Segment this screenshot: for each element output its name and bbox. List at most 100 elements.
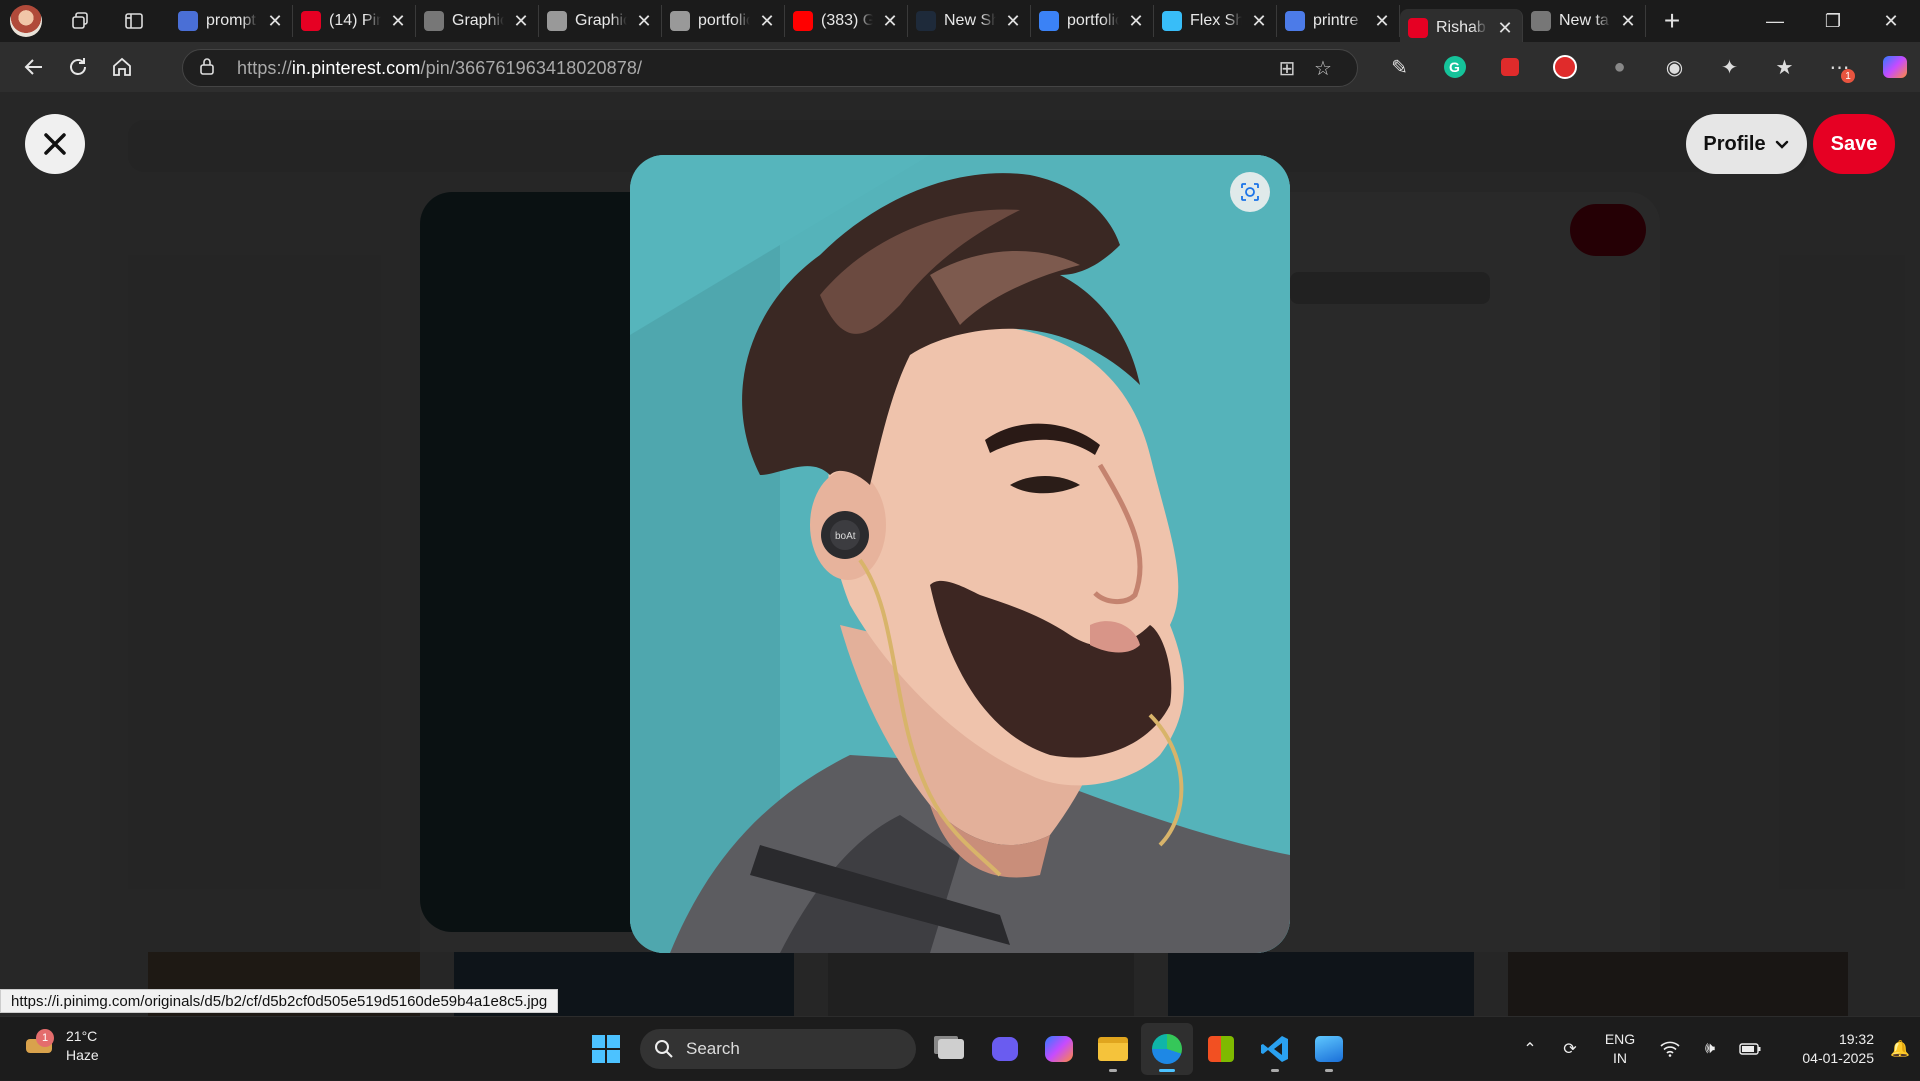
eye-extension-icon[interactable]: ◉ [1647,47,1702,87]
volume-icon[interactable]: 🕪 [1690,1040,1730,1058]
tab-title: portfolio [1067,12,1119,29]
windows-logo-icon [592,1035,620,1063]
save-label: Save [1830,132,1878,155]
microsoft-store-icon[interactable] [1195,1023,1247,1075]
tab-title: New ta [1559,12,1609,29]
visual-search-lens-button[interactable] [1230,172,1270,212]
close-tab-icon[interactable]: ✕ [389,11,407,32]
workspaces-icon[interactable] [62,5,98,37]
grammarly-extension-icon[interactable]: G [1427,47,1482,87]
restore-button[interactable]: ❐ [1804,0,1862,42]
browser-tab[interactable]: New Sh ✕ [908,5,1031,37]
close-tab-icon[interactable]: ✕ [881,11,899,32]
color-picker-extension-icon[interactable]: ✎ [1372,47,1427,87]
app-available-icon[interactable]: ⊞ [1269,56,1305,81]
browser-tab[interactable]: printre ✕ [1277,5,1400,37]
browser-tab[interactable]: Graphic ✕ [416,5,539,37]
vscode-icon[interactable] [1249,1023,1301,1075]
browser-tab-strip: prompt✕(14) Pinterest✕Graphic✕Graphic✕po… [0,0,1920,47]
home-button[interactable] [100,47,144,87]
file-explorer-icon[interactable] [1087,1023,1139,1075]
weather-badge: 1 [36,1029,54,1047]
sync-status-icon[interactable]: ⟳ [1550,1039,1590,1059]
favorite-star-icon[interactable]: ☆ [1305,56,1341,81]
close-tab-icon[interactable]: ✕ [758,11,776,32]
mic-extension-icon[interactable]: ● [1592,47,1647,87]
search-icon [1285,11,1305,31]
browser-tab[interactable]: Flex Sh ✕ [1154,5,1277,37]
pin-fullsize-image: boAt [630,155,1290,953]
new-tab-button[interactable]: + [1652,5,1692,37]
browser-tab[interactable]: New ta ✕ [1523,5,1646,37]
close-tab-icon[interactable]: ✕ [635,11,653,32]
copilot-icon[interactable] [1867,47,1920,87]
tab-title: portfolio [698,12,750,29]
vertical-tabs-icon[interactable] [116,5,152,37]
refresh-button[interactable] [56,47,100,87]
weather-condition: Haze [66,1047,99,1063]
close-tab-icon[interactable]: ✕ [1619,11,1637,32]
window-controls: — ❐ ✕ [1746,0,1920,42]
copilot-app-icon[interactable] [1033,1023,1085,1075]
photos-app-icon[interactable] [1303,1023,1355,1075]
portrait-illustration: boAt [630,155,1290,953]
windows-taskbar: 1 21°C Haze Search ⌃ ⟳ ENG IN 🕪 19:32 04… [0,1016,1920,1080]
browser-tab[interactable]: Graphic ✕ [539,5,662,37]
wifi-icon[interactable] [1650,1041,1690,1057]
close-tab-icon[interactable]: ✕ [1250,11,1268,32]
battery-icon[interactable] [1730,1043,1770,1055]
taskbar-search-box[interactable]: Search [640,1029,916,1069]
back-button[interactable] [12,47,56,87]
close-tab-icon[interactable]: ✕ [1127,11,1145,32]
clock[interactable]: 19:32 04-01-2025 [1770,1030,1880,1068]
meet-app-icon[interactable] [979,1023,1031,1075]
site-info-lock-icon[interactable] [199,57,221,80]
ai-icon [424,11,444,31]
tab-title: Flex Sh [1190,12,1242,29]
extensions-row: ✎ G ● ◉ ✦ ★ ⋯ 1 [1372,42,1920,92]
tab-title: New Sh [944,12,996,29]
tab-list: prompt✕(14) Pinterest✕Graphic✕Graphic✕po… [170,0,1646,47]
show-hidden-icons-chevron-up-icon[interactable]: ⌃ [1510,1039,1550,1059]
task-view-icon[interactable] [925,1023,977,1075]
tab-title: (14) Pinterest [329,12,381,29]
address-bar[interactable]: https://in.pinterest.com/pin/36676196341… [182,49,1358,87]
browser-tab[interactable]: portfolio ✕ [662,5,785,37]
weather-widget[interactable]: 1 21°C Haze [22,1027,99,1065]
edge-browser-icon[interactable] [1141,1023,1193,1075]
tab-title: Rishab [1436,19,1486,36]
browser-tab[interactable]: prompt ✕ [170,5,293,37]
save-button[interactable]: Save [1813,114,1895,174]
start-button[interactable] [580,1023,632,1075]
close-tab-icon[interactable]: ✕ [1004,11,1022,32]
taskbar-search-label: Search [686,1039,740,1058]
notifications-bell-icon[interactable]: 🔔 [1880,1039,1920,1059]
browser-tab[interactable]: portfolio ✕ [1031,5,1154,37]
close-window-button[interactable]: ✕ [1862,0,1920,42]
extensions-puzzle-icon[interactable]: ✦ [1702,47,1757,87]
address-url: https://in.pinterest.com/pin/36676196341… [237,57,643,78]
tab-title: (383) G [821,12,873,29]
close-viewer-button[interactable] [25,114,85,174]
document-icon [178,11,198,31]
wave-icon [1162,11,1182,31]
region-code: IN [1613,1050,1627,1066]
weather-temperature: 21°C [66,1028,98,1044]
close-tab-icon[interactable]: ✕ [1496,18,1514,39]
tab-strip-leading [0,0,170,42]
minimize-button[interactable]: — [1746,0,1804,42]
settings-more-icon[interactable]: ⋯ 1 [1812,47,1867,87]
close-tab-icon[interactable]: ✕ [1373,11,1391,32]
shield-extension-icon[interactable] [1537,47,1592,87]
browser-tab[interactable]: (14) Pinterest ✕ [293,5,416,37]
video-extension-icon[interactable] [1482,47,1537,87]
pinterest-icon [301,11,321,31]
profile-board-dropdown[interactable]: Profile [1686,114,1807,174]
browser-profile-avatar[interactable] [10,5,42,37]
close-tab-icon[interactable]: ✕ [512,11,530,32]
clock-date: 04-01-2025 [1802,1050,1874,1066]
close-tab-icon[interactable]: ✕ [266,11,284,32]
browser-tab[interactable]: (383) G ✕ [785,5,908,37]
input-language-indicator[interactable]: ENG IN [1590,1030,1650,1068]
favorites-icon[interactable]: ★ [1757,47,1812,87]
